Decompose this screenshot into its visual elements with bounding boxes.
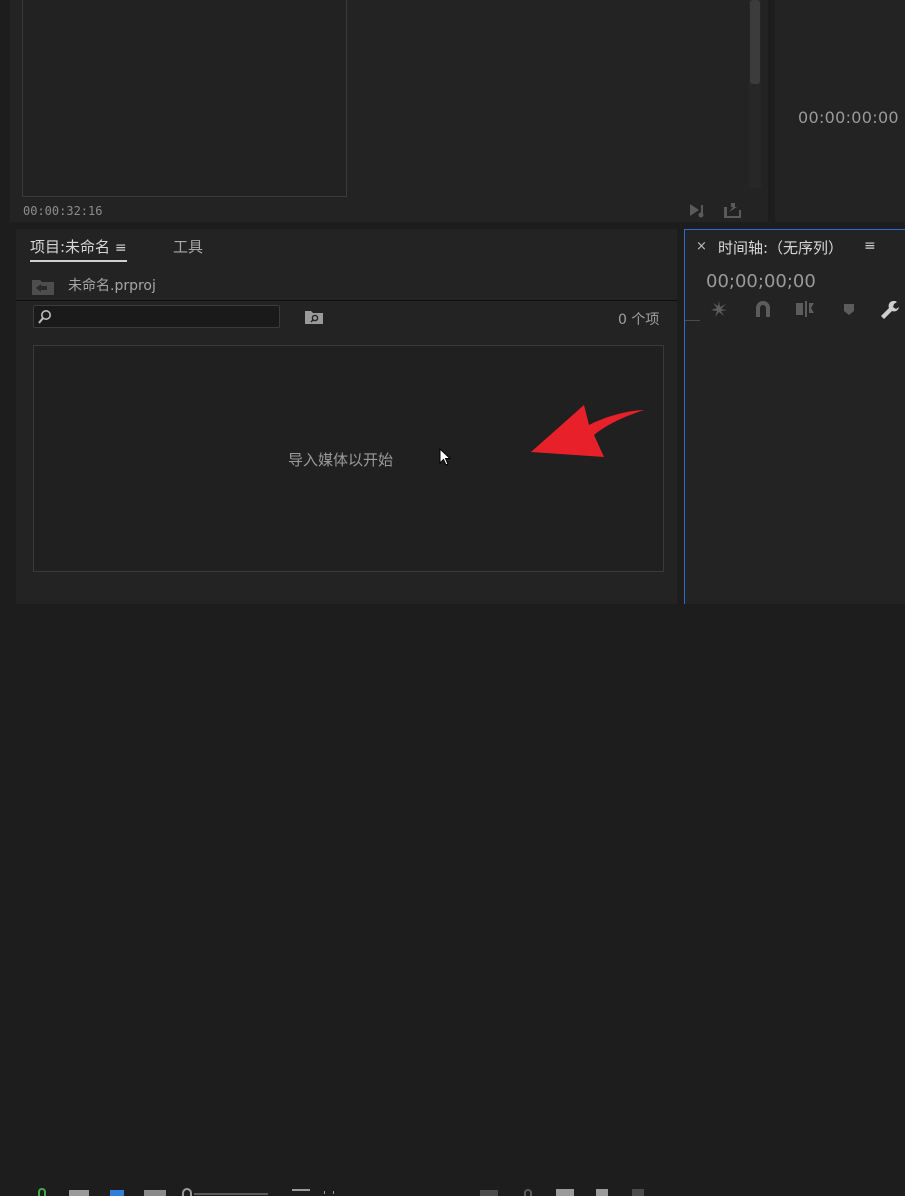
play-audio-icon[interactable] <box>689 202 709 218</box>
scrollbar-thumb[interactable] <box>750 0 760 84</box>
program-timecode[interactable]: 00:00:00:00 <box>798 108 899 127</box>
divider <box>685 320 700 321</box>
search-icon <box>37 309 53 325</box>
new-item-icon[interactable] <box>596 1189 608 1196</box>
new-bin-icon[interactable] <box>556 1189 574 1196</box>
list-view-icon[interactable] <box>69 1190 89 1196</box>
divider <box>16 300 677 301</box>
project-bottom-toolbar <box>16 592 677 1196</box>
tab-tools[interactable]: 工具 <box>173 236 203 257</box>
mouse-cursor-icon <box>439 447 453 468</box>
panel-menu-icon[interactable]: ≡ <box>115 240 127 256</box>
wrench-icon[interactable] <box>880 300 899 319</box>
search-input[interactable] <box>33 305 280 328</box>
project-file-name: 未命名.prproj <box>68 278 156 294</box>
tab-project[interactable]: 项目:未命名 ≡ <box>30 236 127 262</box>
folder-up-icon[interactable] <box>31 276 55 296</box>
export-frame-icon[interactable] <box>722 201 742 219</box>
marker-icon[interactable] <box>841 300 859 318</box>
find-in-bin-icon[interactable] <box>304 309 324 325</box>
panel-menu-icon[interactable]: ≡ <box>864 238 876 254</box>
sort-icon[interactable] <box>292 1189 310 1191</box>
icon-view-icon[interactable] <box>110 1190 124 1196</box>
add-marker-icon[interactable] <box>795 300 814 318</box>
snap-icon[interactable] <box>710 300 728 318</box>
linked-selection-icon[interactable] <box>754 300 772 318</box>
trash-icon[interactable] <box>632 1189 644 1196</box>
timeline-title[interactable]: 时间轴:（无序列） <box>718 237 843 258</box>
sort-dropdown-icon[interactable] <box>324 1191 334 1194</box>
timeline-timecode[interactable]: 00;00;00;00 <box>706 271 816 292</box>
find-icon[interactable] <box>524 1189 532 1196</box>
import-media-hint: 导入媒体以开始 <box>288 451 394 469</box>
tab-project-label: 项目:未命名 <box>30 238 111 256</box>
red-arrow-annotation <box>528 405 646 461</box>
freeform-view-icon[interactable] <box>144 1190 166 1196</box>
lock-icon[interactable] <box>38 1188 46 1196</box>
zoom-slider-handle[interactable] <box>182 1188 192 1196</box>
automate-to-sequence-icon[interactable] <box>480 1190 498 1196</box>
close-icon[interactable]: × <box>696 239 707 254</box>
source-monitor-frame <box>22 0 347 197</box>
zoom-slider[interactable] <box>194 1193 268 1195</box>
item-count: 0 个项 <box>618 312 660 328</box>
source-timecode[interactable]: 00:00:32:16 <box>23 204 102 218</box>
